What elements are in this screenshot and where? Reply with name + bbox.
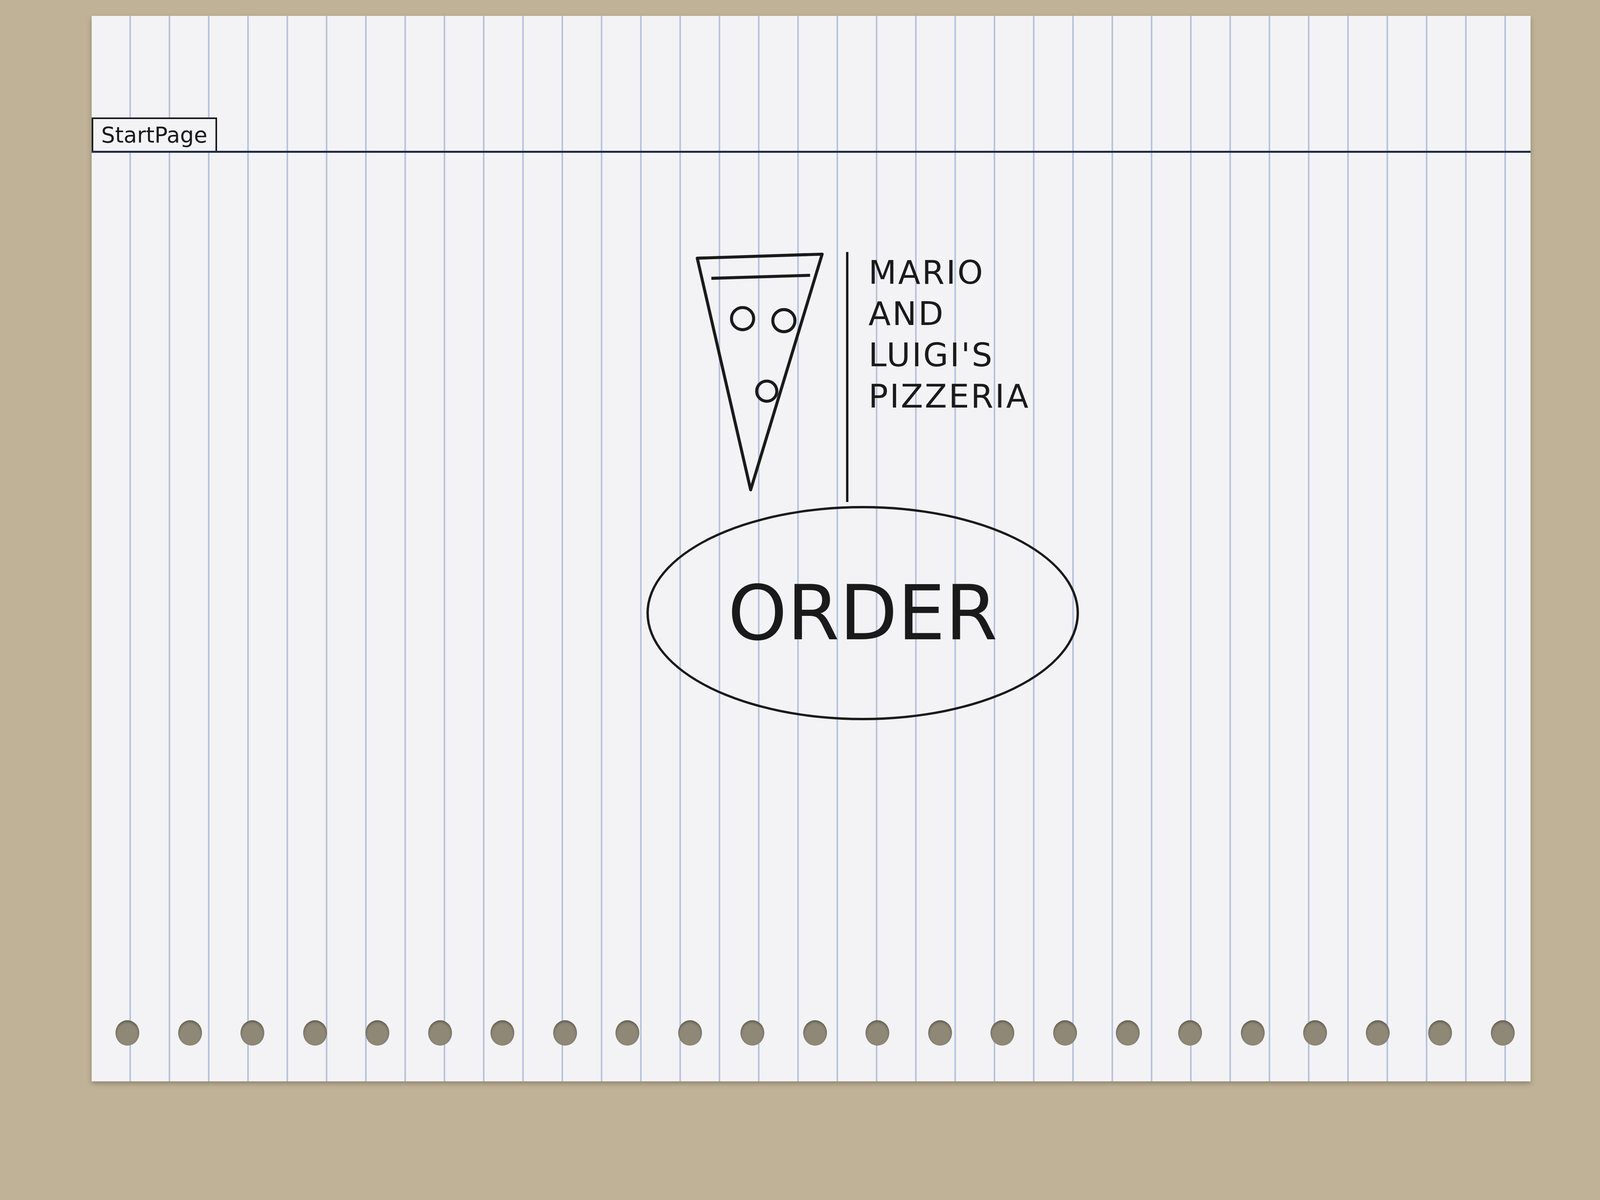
- punch-hole: [1428, 1020, 1452, 1046]
- logo-text: MARIOANDLUIGI'SPIZZERIA: [868, 251, 1030, 418]
- logo-line: MARIO: [868, 251, 1030, 294]
- punch-hole: [803, 1020, 827, 1046]
- punch-hole: [428, 1020, 452, 1046]
- punch-holes: [91, 1020, 1531, 1046]
- page-tab[interactable]: StartPage: [91, 117, 218, 151]
- punch-hole: [678, 1020, 702, 1046]
- logo-line: AND: [868, 293, 1030, 335]
- punch-hole: [740, 1020, 765, 1046]
- paper-sheet: StartPage MARIOANDLUIGI'SPIZZERIA ORDER: [91, 15, 1531, 1082]
- punch-hole: [365, 1020, 390, 1046]
- punch-hole: [115, 1020, 140, 1046]
- punch-hole: [928, 1020, 952, 1046]
- punch-hole: [553, 1020, 577, 1046]
- punch-hole: [990, 1020, 1015, 1046]
- punch-hole: [615, 1020, 640, 1046]
- punch-hole: [240, 1020, 265, 1046]
- start-content: MARIOANDLUIGI'SPIZZERIA ORDER: [91, 152, 1531, 721]
- punch-hole: [490, 1020, 515, 1046]
- punch-hole: [1240, 1020, 1265, 1046]
- punch-hole: [1115, 1020, 1140, 1046]
- logo-divider: [846, 251, 849, 502]
- logo-line: LUIGI'S: [868, 334, 1030, 376]
- logo: MARIOANDLUIGI'SPIZZERIA: [695, 251, 1030, 502]
- punch-hole: [1178, 1020, 1202, 1046]
- order-button[interactable]: ORDER: [646, 505, 1079, 721]
- desk: StartPage MARIOANDLUIGI'SPIZZERIA ORDER: [0, 0, 1600, 1200]
- page-header: StartPage: [91, 15, 1531, 153]
- punch-hole: [1303, 1020, 1327, 1046]
- punch-hole: [1490, 1020, 1515, 1046]
- punch-hole: [865, 1020, 890, 1046]
- logo-line: PIZZERIA: [868, 375, 1030, 418]
- punch-hole: [1053, 1020, 1077, 1046]
- punch-hole: [303, 1020, 327, 1046]
- punch-hole: [178, 1020, 202, 1046]
- punch-hole: [1365, 1020, 1390, 1046]
- pizza-slice-icon: [695, 251, 827, 495]
